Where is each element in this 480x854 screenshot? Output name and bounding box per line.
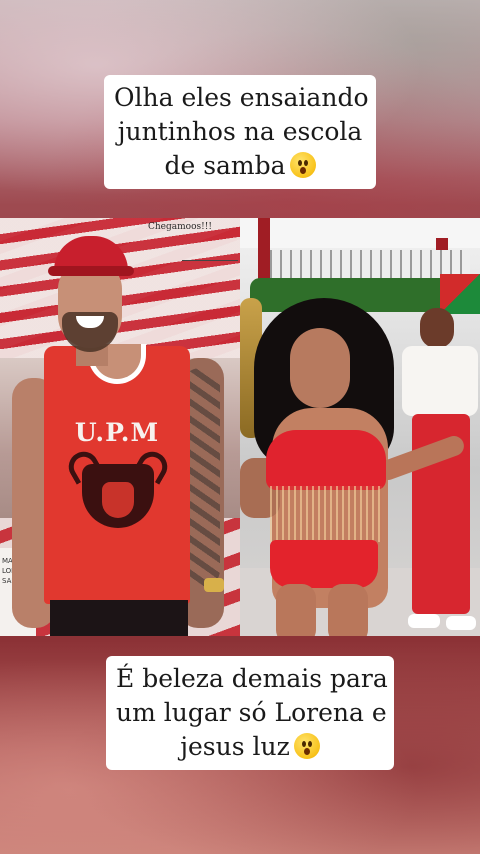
red-cap [48,236,134,276]
red-jersey: U.P.M [44,344,190,604]
jersey-text: U.P.M [74,418,160,447]
right-photo [240,218,480,636]
man-in-red-jersey: U.P.M [10,228,240,636]
black-pants [50,600,188,636]
bottom-caption: É beleza demais para um lugar só Lorena … [106,656,394,770]
astonished-face-icon [289,152,316,178]
red-shorts [270,540,378,588]
wristwatch [204,578,224,592]
top-caption: Olha eles ensaiando juntinhos na escola … [104,75,376,189]
top-caption-line-3: de samba [114,149,366,183]
man-white-shirt [402,346,478,416]
photo-collage: MAIS LOID SAUDE U.P.M Chegamoos!!! [0,218,480,636]
bottom-caption-line-2: um lugar só Lorena e [116,698,387,727]
overlay-text-chegamos: Chegamoos!!! [148,222,212,232]
flag [440,274,480,314]
top-caption-line-1: Olha eles ensaiando [114,83,369,112]
fringe [270,486,382,542]
top-caption-line-2: juntinhos na escola [117,117,363,146]
bottom-caption-line-3: jesus luz [116,730,384,764]
kissing-face-icon [293,733,320,759]
woman-face [290,328,350,408]
red-fringe-top [266,430,386,490]
left-photo: MAIS LOID SAUDE U.P.M Chegamoos!!! [0,218,240,636]
bottom-caption-line-1: É beleza demais para [116,664,388,693]
bull-logo-icon [82,464,154,528]
